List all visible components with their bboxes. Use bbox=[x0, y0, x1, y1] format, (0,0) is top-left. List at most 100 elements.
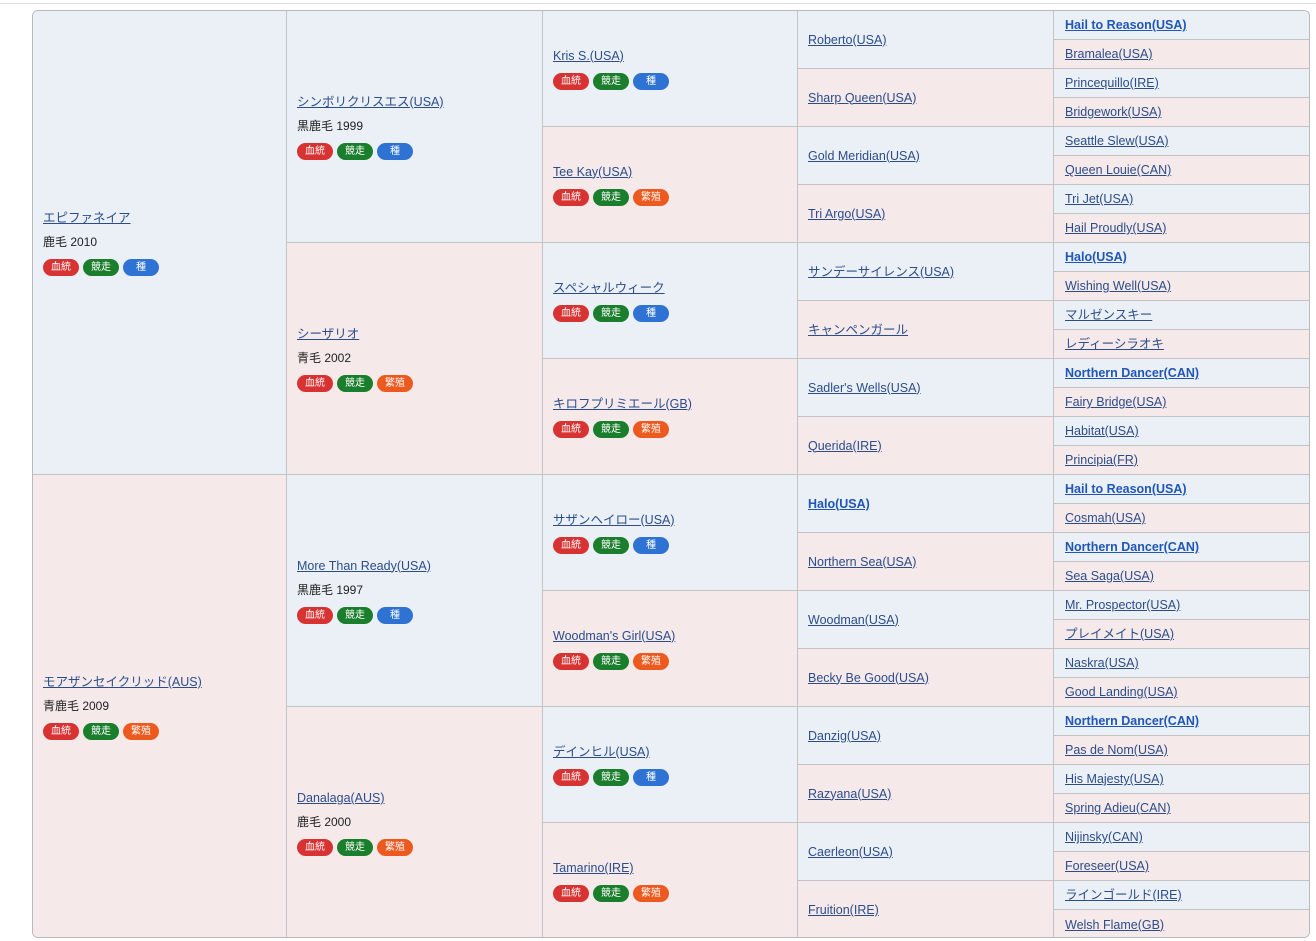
horse-name-link[interactable]: サンデーサイレンス(USA) bbox=[808, 264, 954, 280]
breed-badge[interactable]: 繁殖 bbox=[633, 188, 669, 206]
pedigree-badge[interactable]: 血統 bbox=[297, 142, 333, 160]
horse-name-link[interactable]: Fruition(IRE) bbox=[808, 902, 879, 918]
pedigree-badge[interactable]: 血統 bbox=[553, 652, 589, 670]
horse-name-link[interactable]: ラインゴールド(IRE) bbox=[1065, 887, 1182, 903]
horse-name-link[interactable]: Tamarino(IRE) bbox=[553, 860, 634, 876]
horse-name-link[interactable]: マルゼンスキー bbox=[1065, 307, 1152, 323]
horse-name-link[interactable]: プレイメイト(USA) bbox=[1065, 626, 1174, 642]
race-badge[interactable]: 競走 bbox=[593, 72, 629, 90]
horse-name-link[interactable]: Pas de Nom(USA) bbox=[1065, 742, 1168, 758]
horse-name-link[interactable]: Bridgework(USA) bbox=[1065, 104, 1162, 120]
horse-name-link[interactable]: スペシャルウィーク bbox=[553, 280, 665, 296]
race-badge[interactable]: 競走 bbox=[593, 304, 629, 322]
stud-badge[interactable]: 種 bbox=[633, 768, 669, 786]
pedigree-badge[interactable]: 血統 bbox=[553, 188, 589, 206]
horse-name-link[interactable]: Woodman(USA) bbox=[808, 612, 899, 628]
horse-name-link[interactable]: Becky Be Good(USA) bbox=[808, 670, 929, 686]
horse-name-link[interactable]: Principia(FR) bbox=[1065, 452, 1138, 468]
race-badge[interactable]: 競走 bbox=[593, 420, 629, 438]
horse-name-link[interactable]: Sharp Queen(USA) bbox=[808, 90, 916, 106]
horse-name-link[interactable]: Sadler's Wells(USA) bbox=[808, 380, 921, 396]
horse-name-link[interactable]: Hail Proudly(USA) bbox=[1065, 220, 1166, 236]
race-badge[interactable]: 競走 bbox=[83, 723, 119, 740]
horse-name-link[interactable]: Danalaga(AUS) bbox=[297, 790, 385, 806]
pedigree-badge[interactable]: 血統 bbox=[297, 606, 333, 624]
horse-name-link[interactable]: Woodman's Girl(USA) bbox=[553, 628, 675, 644]
horse-name-link[interactable]: Welsh Flame(GB) bbox=[1065, 917, 1164, 933]
stud-badge[interactable]: 種 bbox=[633, 536, 669, 554]
horse-name-link[interactable]: Querida(IRE) bbox=[808, 438, 882, 454]
horse-name-link[interactable]: エピファネイア bbox=[43, 210, 131, 226]
horse-name-link[interactable]: Tri Jet(USA) bbox=[1065, 191, 1133, 207]
horse-name-link[interactable]: Northern Dancer(CAN) bbox=[1065, 713, 1199, 729]
horse-name-link[interactable]: Northern Dancer(CAN) bbox=[1065, 539, 1199, 555]
race-badge[interactable]: 競走 bbox=[593, 652, 629, 670]
breed-badge[interactable]: 繁殖 bbox=[377, 839, 413, 856]
horse-name-link[interactable]: モアザンセイクリッド(AUS) bbox=[43, 674, 202, 690]
horse-name-link[interactable]: Foreseer(USA) bbox=[1065, 858, 1149, 874]
pedigree-badge[interactable]: 血統 bbox=[553, 885, 589, 902]
race-badge[interactable]: 競走 bbox=[337, 374, 373, 392]
pedigree-badge[interactable]: 血統 bbox=[553, 420, 589, 438]
horse-name-link[interactable]: Naskra(USA) bbox=[1065, 655, 1139, 671]
race-badge[interactable]: 競走 bbox=[337, 142, 373, 160]
horse-name-link[interactable]: Tri Argo(USA) bbox=[808, 206, 885, 222]
horse-name-link[interactable]: Wishing Well(USA) bbox=[1065, 278, 1171, 294]
horse-name-link[interactable]: サザンヘイロー(USA) bbox=[553, 512, 675, 528]
horse-name-link[interactable]: Halo(USA) bbox=[808, 496, 870, 512]
breed-badge[interactable]: 繁殖 bbox=[123, 723, 159, 740]
horse-name-link[interactable]: Halo(USA) bbox=[1065, 249, 1127, 265]
horse-name-link[interactable]: Hail to Reason(USA) bbox=[1065, 17, 1187, 33]
horse-name-link[interactable]: Good Landing(USA) bbox=[1065, 684, 1178, 700]
pedigree-badge[interactable]: 血統 bbox=[553, 768, 589, 786]
horse-name-link[interactable]: キロフプリミエール(GB) bbox=[553, 396, 692, 412]
pedigree-badge[interactable]: 血統 bbox=[297, 839, 333, 856]
horse-name-link[interactable]: Princequillo(IRE) bbox=[1065, 75, 1159, 91]
pedigree-badge[interactable]: 血統 bbox=[43, 723, 79, 740]
breed-badge[interactable]: 繁殖 bbox=[633, 420, 669, 438]
race-badge[interactable]: 競走 bbox=[337, 839, 373, 856]
horse-name-link[interactable]: Sea Saga(USA) bbox=[1065, 568, 1154, 584]
stud-badge[interactable]: 種 bbox=[633, 304, 669, 322]
horse-name-link[interactable]: レディーシラオキ bbox=[1065, 336, 1164, 352]
horse-name-link[interactable]: Bramalea(USA) bbox=[1065, 46, 1153, 62]
stud-badge[interactable]: 種 bbox=[633, 72, 669, 90]
horse-name-link[interactable]: Nijinsky(CAN) bbox=[1065, 829, 1143, 845]
race-badge[interactable]: 競走 bbox=[593, 188, 629, 206]
horse-name-link[interactable]: Roberto(USA) bbox=[808, 32, 887, 48]
race-badge[interactable]: 競走 bbox=[593, 885, 629, 902]
horse-name-link[interactable]: His Majesty(USA) bbox=[1065, 771, 1164, 787]
horse-name-link[interactable]: Mr. Prospector(USA) bbox=[1065, 597, 1180, 613]
pedigree-badge[interactable]: 血統 bbox=[297, 374, 333, 392]
horse-name-link[interactable]: Habitat(USA) bbox=[1065, 423, 1139, 439]
race-badge[interactable]: 競走 bbox=[337, 606, 373, 624]
horse-name-link[interactable]: Caerleon(USA) bbox=[808, 844, 893, 860]
breed-badge[interactable]: 繁殖 bbox=[633, 652, 669, 670]
horse-name-link[interactable]: シーザリオ bbox=[297, 326, 359, 342]
horse-name-link[interactable]: Hail to Reason(USA) bbox=[1065, 481, 1187, 497]
race-badge[interactable]: 競走 bbox=[593, 768, 629, 786]
stud-badge[interactable]: 種 bbox=[123, 258, 159, 276]
horse-name-link[interactable]: シンボリクリスエス(USA) bbox=[297, 94, 444, 110]
pedigree-badge[interactable]: 血統 bbox=[553, 72, 589, 90]
horse-name-link[interactable]: Danzig(USA) bbox=[808, 728, 881, 744]
horse-name-link[interactable]: More Than Ready(USA) bbox=[297, 558, 431, 574]
horse-name-link[interactable]: Queen Louie(CAN) bbox=[1065, 162, 1171, 178]
horse-name-link[interactable]: Cosmah(USA) bbox=[1065, 510, 1146, 526]
breed-badge[interactable]: 繁殖 bbox=[377, 374, 413, 392]
horse-name-link[interactable]: Gold Meridian(USA) bbox=[808, 148, 920, 164]
horse-name-link[interactable]: Northern Sea(USA) bbox=[808, 554, 916, 570]
pedigree-badge[interactable]: 血統 bbox=[553, 536, 589, 554]
horse-name-link[interactable]: Fairy Bridge(USA) bbox=[1065, 394, 1166, 410]
horse-name-link[interactable]: Razyana(USA) bbox=[808, 786, 891, 802]
race-badge[interactable]: 競走 bbox=[593, 536, 629, 554]
stud-badge[interactable]: 種 bbox=[377, 142, 413, 160]
breed-badge[interactable]: 繁殖 bbox=[633, 885, 669, 902]
pedigree-badge[interactable]: 血統 bbox=[43, 258, 79, 276]
horse-name-link[interactable]: キャンペンガール bbox=[808, 322, 908, 338]
horse-name-link[interactable]: Northern Dancer(CAN) bbox=[1065, 365, 1199, 381]
horse-name-link[interactable]: Tee Kay(USA) bbox=[553, 164, 632, 180]
horse-name-link[interactable]: Kris S.(USA) bbox=[553, 48, 624, 64]
horse-name-link[interactable]: Spring Adieu(CAN) bbox=[1065, 800, 1171, 816]
horse-name-link[interactable]: デインヒル(USA) bbox=[553, 744, 650, 760]
